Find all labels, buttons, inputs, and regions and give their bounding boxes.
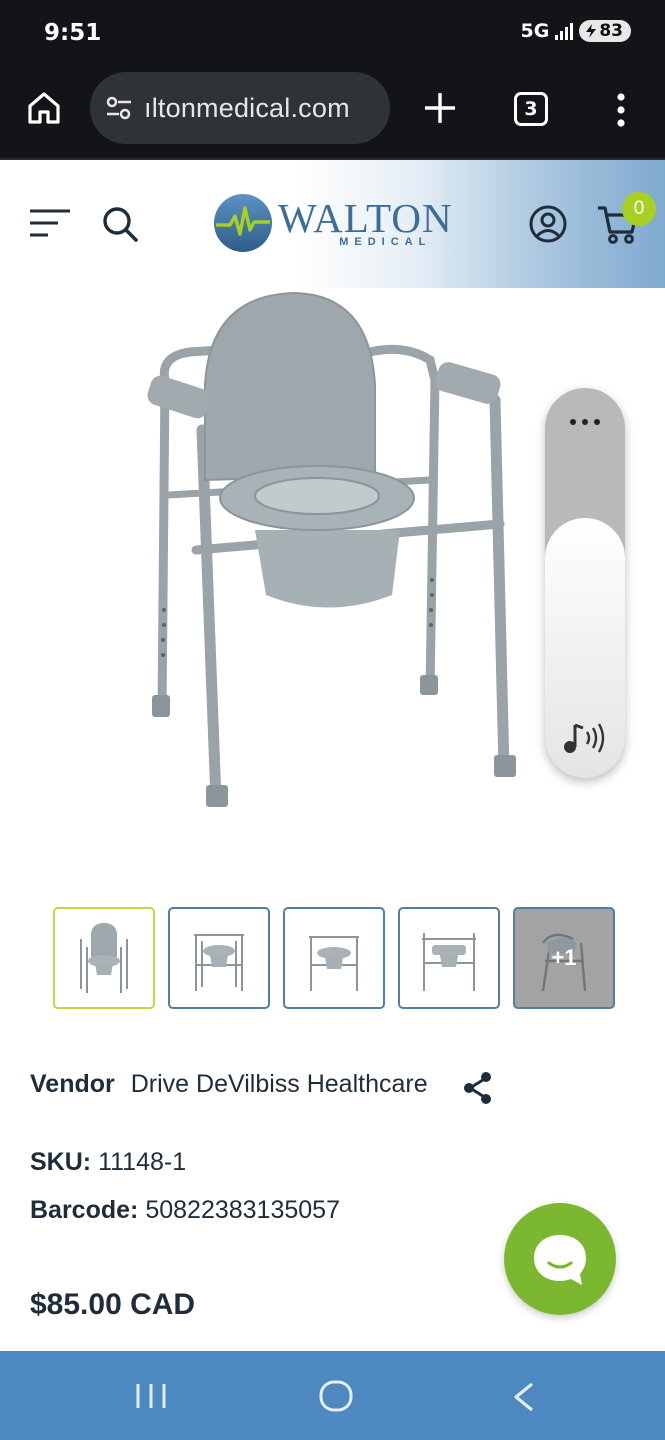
vendor-label: Vendor: [30, 1070, 115, 1098]
thumbnail-3[interactable]: [283, 907, 385, 1009]
thumbnail-image: [309, 936, 359, 991]
product-price: $85.00 CAD: [30, 1288, 196, 1321]
tab-switcher-button[interactable]: 3: [514, 92, 548, 126]
thumbnail-1[interactable]: [53, 907, 155, 1009]
site-header: WALTON MEDICAL: [0, 160, 665, 288]
signal-icon: [555, 22, 574, 40]
thumbnail-more[interactable]: +1: [513, 907, 615, 1009]
thumbnail-image: [422, 933, 476, 991]
vendor-row: Vendor Drive DeVilbiss Healthcare: [30, 1070, 428, 1099]
address-bar[interactable]: ıltonmedical.com: [90, 72, 390, 144]
product-image[interactable]: [130, 290, 530, 820]
vendor-value[interactable]: Drive DeVilbiss Healthcare: [131, 1070, 428, 1099]
search-icon[interactable]: [100, 204, 140, 244]
thumbnail-4[interactable]: [398, 907, 500, 1009]
barcode-row: Barcode: 50822383135057: [30, 1196, 340, 1225]
site-logo[interactable]: WALTON MEDICAL: [212, 190, 457, 256]
url-text: ıltonmedical.com: [144, 92, 350, 123]
more-options-icon[interactable]: [608, 90, 634, 130]
back-icon[interactable]: [508, 1381, 538, 1413]
chat-button[interactable]: [504, 1203, 616, 1315]
barcode-label: Barcode:: [30, 1196, 139, 1224]
account-icon[interactable]: [528, 204, 568, 244]
sound-note-icon[interactable]: [561, 720, 607, 756]
network-type: 5G: [520, 20, 550, 42]
home-icon[interactable]: [318, 1379, 354, 1413]
menu-icon[interactable]: [28, 208, 72, 238]
thumbnail-image: [80, 923, 128, 993]
thumbnail-gallery: +1: [53, 907, 615, 1009]
status-bar: 9:51 5G 83: [0, 0, 665, 68]
system-navigation-bar: [0, 1351, 665, 1440]
more-images-count: +1: [551, 945, 577, 970]
recents-icon[interactable]: [134, 1381, 168, 1411]
more-options-icon[interactable]: [569, 418, 601, 426]
browser-toolbar: ıltonmedical.com 3: [0, 68, 665, 160]
new-tab-icon[interactable]: [420, 88, 460, 128]
logo-subtext: MEDICAL: [339, 236, 432, 248]
status-time: 9:51: [44, 20, 102, 46]
battery-saver-icon: [586, 24, 597, 38]
barcode-value: 50822383135057: [145, 1196, 340, 1224]
logo-text: WALTON: [278, 195, 453, 241]
battery-indicator: 83: [579, 20, 631, 42]
thumbnail-2[interactable]: [168, 907, 270, 1009]
battery-level: 83: [599, 21, 623, 41]
chat-bubble-icon: [534, 1235, 586, 1285]
share-icon[interactable]: [460, 1070, 496, 1106]
cart-count-badge: 0: [622, 192, 656, 226]
logo-heartbeat-icon: [214, 194, 272, 252]
audio-player-widget[interactable]: [545, 388, 625, 778]
sku-value: 11148-1: [98, 1148, 187, 1176]
site-settings-icon[interactable]: [104, 93, 134, 123]
status-indicators: 5G 83: [520, 20, 631, 42]
home-icon[interactable]: [26, 90, 62, 126]
sku-row: SKU: 11148-1: [30, 1148, 186, 1177]
sku-label: SKU:: [30, 1148, 92, 1176]
thumbnail-image: [194, 934, 244, 991]
